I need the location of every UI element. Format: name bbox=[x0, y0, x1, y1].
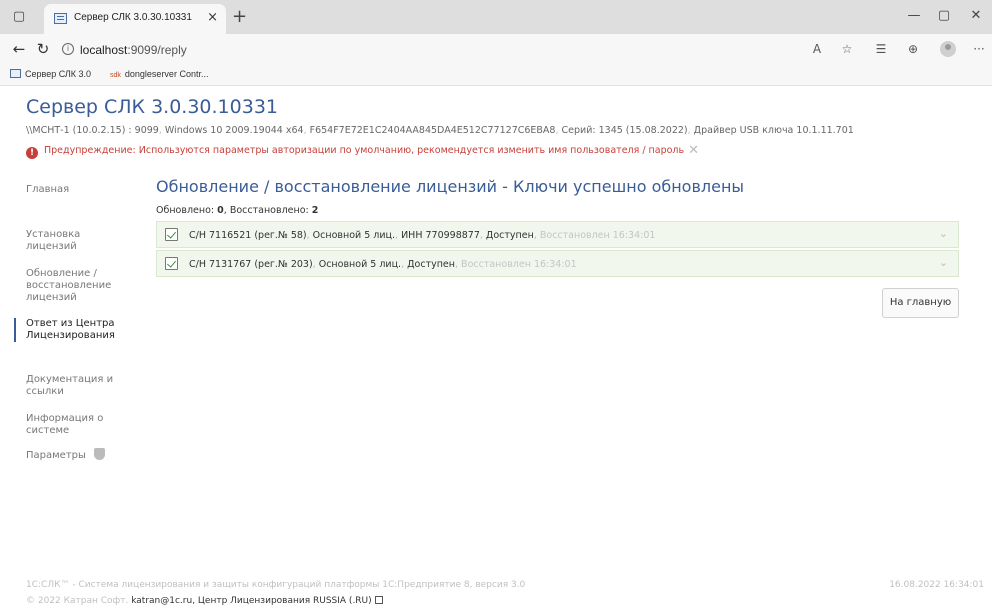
license-inn: ИНН 770998877 bbox=[401, 230, 480, 241]
tab-title: Сервер СЛК 3.0.30.10331 bbox=[74, 12, 192, 23]
updated-label: Обновлено: bbox=[156, 205, 215, 216]
browser-tab[interactable]: Сервер СЛК 3.0.30.10331 × bbox=[44, 4, 226, 34]
sidebar-item-install[interactable]: Установка лицензий bbox=[14, 229, 134, 253]
back-icon[interactable]: ← bbox=[10, 40, 28, 58]
url-host: localhost bbox=[80, 43, 128, 57]
footer-date: 16.08.2022 16:34:01 bbox=[889, 580, 984, 590]
bookmark-slk[interactable]: Сервер СЛК 3.0 bbox=[10, 69, 91, 79]
sdk-icon: sdk bbox=[110, 72, 121, 79]
license-row-text: С/Н 7116521 (рег.№ 58), Основной 5 лиц.,… bbox=[189, 230, 656, 241]
footer-copyright: © 2022 Катран Софт. katran@1c.ru, Центр … bbox=[26, 596, 383, 606]
read-aloud-icon[interactable]: A bbox=[808, 42, 826, 56]
licensing-center-link[interactable]: Центр Лицензирования RUSSIA (.RU) bbox=[198, 596, 372, 606]
site-info-icon[interactable]: i bbox=[62, 43, 74, 55]
home-button[interactable]: На главную bbox=[882, 288, 959, 318]
sidebar-item-docs[interactable]: Документация и ссылки bbox=[14, 374, 134, 398]
updated-count: 0 bbox=[217, 205, 224, 216]
bookmark-dongleserver[interactable]: sdk dongleserver Contr... bbox=[110, 69, 208, 79]
profile-icon[interactable] bbox=[940, 41, 956, 57]
browser-tabstrip: ▢ Сервер СЛК 3.0.30.10331 × + — ▢ ✕ bbox=[0, 0, 992, 34]
warning-close-icon[interactable]: ✕ bbox=[688, 143, 699, 158]
url-field[interactable]: localhost:9099/reply bbox=[80, 43, 187, 57]
sidebar-item-label: Параметры bbox=[26, 450, 86, 461]
license-serial: С/Н 7116521 (рег.№ 58) bbox=[189, 230, 307, 241]
bookmark-label: dongleserver Contr... bbox=[124, 69, 209, 79]
bookmark-favicon-icon bbox=[10, 69, 21, 78]
favorites-icon[interactable]: ☰ bbox=[872, 42, 890, 56]
license-status: Доступен bbox=[407, 259, 455, 270]
minimize-icon[interactable]: — bbox=[904, 8, 924, 23]
warning-text: Используются параметры авторизации по ум… bbox=[138, 145, 685, 156]
sidebar-item-settings[interactable]: Параметры bbox=[14, 448, 134, 462]
page-title: Сервер СЛК 3.0.30.10331 bbox=[26, 96, 279, 118]
copyright-text: © 2022 Катран Софт. bbox=[26, 596, 129, 606]
sidebar-item-home[interactable]: Главная bbox=[14, 184, 134, 196]
content-title: Обновление / восстановление лицензий - К… bbox=[156, 177, 745, 196]
sidebar-item-sysinfo[interactable]: Информация о системе bbox=[14, 413, 134, 437]
chevron-down-icon[interactable]: ⌄ bbox=[939, 227, 948, 240]
sidebar-item-reply[interactable]: Ответ из Центра Лицензирования bbox=[14, 318, 134, 342]
server-host: \\МСНТ-1 (10.0.2.15) : 9099 bbox=[26, 125, 159, 136]
warning-banner: ! Предупреждение: Используются параметры … bbox=[26, 143, 699, 159]
warning-label: Предупреждение: bbox=[44, 145, 136, 156]
bookmarks-bar: Сервер СЛК 3.0 sdk dongleserver Contr... bbox=[0, 64, 992, 86]
shield-icon bbox=[93, 448, 105, 460]
license-restored: Восстановлен 16:34:01 bbox=[539, 230, 656, 241]
tab-actions-icon[interactable]: ▢ bbox=[8, 6, 30, 28]
new-tab-icon[interactable]: + bbox=[232, 6, 247, 27]
restored-label: Восстановлено: bbox=[229, 205, 309, 216]
warning-icon: ! bbox=[26, 147, 38, 159]
tab-favicon-icon bbox=[54, 13, 67, 24]
license-row-text: С/Н 7131767 (рег.№ 203), Основной 5 лиц.… bbox=[189, 259, 577, 270]
server-os: Windows 10 2009.19044 x64 bbox=[164, 125, 304, 136]
server-info: \\МСНТ-1 (10.0.2.15) : 9099, Windows 10 … bbox=[26, 125, 854, 136]
footer-product: 1С:СЛК™ - Система лицензирования и защит… bbox=[26, 580, 526, 590]
chevron-down-icon[interactable]: ⌄ bbox=[939, 256, 948, 269]
license-row[interactable]: С/Н 7131767 (рег.№ 203), Основной 5 лиц.… bbox=[156, 250, 959, 277]
refresh-icon[interactable]: ↻ bbox=[34, 40, 52, 58]
external-link-icon bbox=[374, 596, 383, 604]
license-row[interactable]: С/Н 7116521 (рег.№ 58), Основной 5 лиц.,… bbox=[156, 221, 959, 248]
result-counts: Обновлено: 0, Восстановлено: 2 bbox=[156, 205, 319, 216]
license-type: Основной 5 лиц. bbox=[318, 259, 402, 270]
favorite-add-icon[interactable]: ☆ bbox=[838, 42, 856, 56]
license-type: Основной 5 лиц. bbox=[312, 230, 396, 241]
server-id: F654F7E72E1C2404AA845DA4E512C77127C6EBA8 bbox=[309, 125, 556, 136]
restored-count: 2 bbox=[311, 205, 319, 216]
server-series: Серий: 1345 (15.08.2022) bbox=[561, 125, 688, 136]
more-menu-icon[interactable]: ··· bbox=[970, 42, 988, 56]
collections-icon[interactable]: ⊕ bbox=[904, 42, 922, 56]
maximize-icon[interactable]: ▢ bbox=[934, 8, 954, 23]
license-status: Доступен bbox=[485, 230, 534, 241]
check-icon bbox=[165, 228, 178, 241]
check-icon bbox=[165, 257, 178, 270]
window-close-icon[interactable]: ✕ bbox=[966, 8, 986, 23]
bookmark-label: Сервер СЛК 3.0 bbox=[25, 69, 92, 79]
address-bar: ← ↻ i localhost:9099/reply A ☆ ☰ ⊕ ··· bbox=[0, 34, 992, 64]
email-link[interactable]: katran@1c.ru bbox=[131, 596, 192, 606]
server-driver: Драйвер USB ключа 10.1.11.701 bbox=[693, 125, 854, 136]
license-serial: С/Н 7131767 (рег.№ 203) bbox=[189, 259, 313, 270]
tab-close-icon[interactable]: × bbox=[207, 10, 218, 25]
sidebar-item-update[interactable]: Обновление / восстановление лицензий bbox=[14, 268, 134, 304]
license-restored: Восстановлен 16:34:01 bbox=[461, 259, 577, 270]
url-path: :9099/reply bbox=[127, 43, 187, 57]
